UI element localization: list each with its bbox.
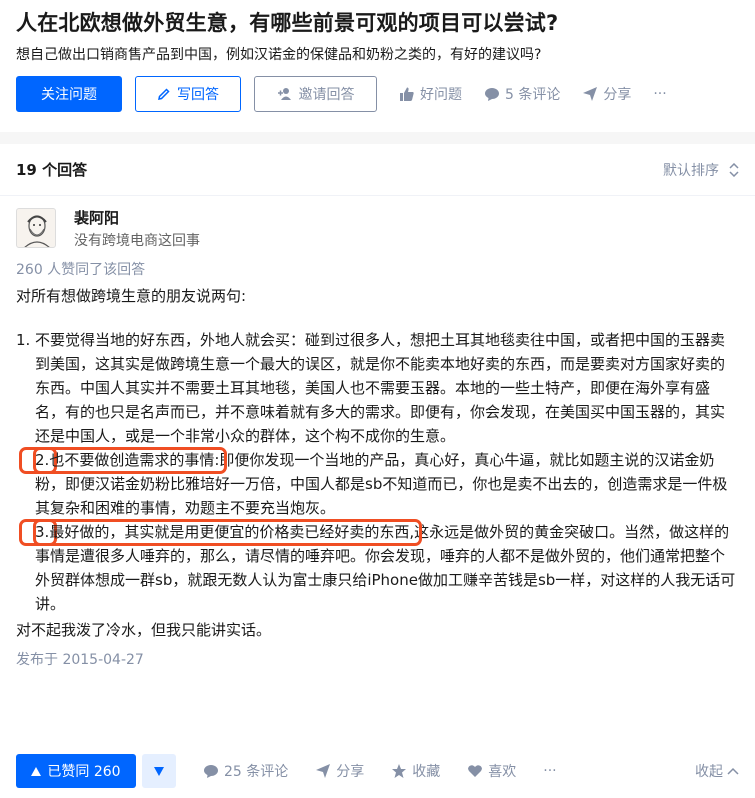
answer-more-button[interactable]: ··· <box>543 763 556 779</box>
upvote-label: 已赞同 260 <box>47 764 121 780</box>
question-title[interactable]: 人在北欧想做外贸生意，有哪些前景可观的项目可以尝试? <box>16 8 739 38</box>
answer-comments-label: 25 条评论 <box>224 764 289 780</box>
highlighted-text: 最好做的，其实就是用更便宜的价格卖已经好卖的东西, <box>49 523 415 541</box>
question-share-button[interactable]: 分享 <box>582 84 631 104</box>
sort-label: 默认排序 <box>663 162 719 179</box>
question-comments-label: 5 条评论 <box>505 87 561 103</box>
thumbs-up-icon <box>399 86 415 102</box>
list-text: 不要觉得当地的好东西，外地人就会买：碰到过很多人，想把土耳其地毯卖往中国，或者把… <box>35 331 726 445</box>
sort-dropdown[interactable]: 默认排序 <box>663 160 739 180</box>
comment-icon <box>203 763 219 779</box>
pencil-icon <box>157 87 171 101</box>
answer-content: 对所有想做跨境生意的朋友说两句: 1. 不要觉得当地的好东西，外地人就会买：碰到过… <box>0 284 755 642</box>
share-icon <box>315 763 331 779</box>
list-number: 1. <box>16 331 31 349</box>
share-icon <box>582 86 598 102</box>
votes-summary: 260 人赞同了该回答 <box>16 262 146 278</box>
downvote-button[interactable] <box>142 754 176 788</box>
question-card: 人在北欧想做外贸生意，有哪些前景可观的项目可以尝试? 想自己做出口销商售产品到中… <box>0 0 755 132</box>
write-answer-button[interactable]: 写回答 <box>135 76 241 112</box>
question-actions: 关注问题 写回答 邀请回答 好问题 5 条评论 分享 ··· <box>16 76 739 112</box>
answer-closing: 对不起我泼了冷水，但我只能讲实话。 <box>16 621 272 639</box>
heart-icon <box>467 763 483 779</box>
answer-share-label: 分享 <box>336 764 365 780</box>
publish-date[interactable]: 发布于 2015-04-27 <box>0 649 755 671</box>
invite-answer-button[interactable]: 邀请回答 <box>254 76 377 112</box>
add-user-icon <box>277 87 293 101</box>
comment-icon <box>484 86 500 102</box>
answer-author: 裴阿阳 没有跨境电商这回事 <box>0 196 755 258</box>
list-item: 2.也不要做创造需求的事情:即便你发现一个当地的产品，真心好，真心牛逼，就比如题… <box>16 448 739 520</box>
triangle-down-icon <box>154 766 164 776</box>
answers-section: 19 个回答 默认排序 裴阿阳 没有跨境电商这回事 260 人赞同了该回答 对所… <box>0 144 755 798</box>
follow-question-button[interactable]: 关注问题 <box>16 76 122 112</box>
avatar[interactable] <box>16 208 56 248</box>
list-item: 3.最好做的，其实就是用更便宜的价格卖已经好卖的东西,这永远是做外贸的黄金突破口… <box>16 520 739 616</box>
write-answer-label: 写回答 <box>177 87 219 103</box>
answer-share-button[interactable]: 分享 <box>315 761 364 781</box>
favorite-label: 收藏 <box>412 764 441 780</box>
question-detail: 想自己做出口销商售产品到中国，例如汉诺金的保健品和奶粉之类的，有好的建议吗? <box>16 47 542 63</box>
invite-answer-label: 邀请回答 <box>298 87 355 103</box>
answer-actions: 已赞同 260 25 条评论 分享 收藏 喜欢 ··· 收起 <box>0 752 755 790</box>
question-share-label: 分享 <box>603 87 632 103</box>
author-bio: 没有跨境电商这回事 <box>74 233 200 249</box>
good-question-button[interactable]: 好问题 <box>399 84 462 104</box>
favorite-button[interactable]: 收藏 <box>391 761 440 781</box>
highlighted-text: 也不要做创造需求的事情: <box>49 451 220 469</box>
list-item: 1. 不要觉得当地的好东西，外地人就会买：碰到过很多人，想把土耳其地毯卖往中国，或… <box>16 328 739 448</box>
answers-header: 19 个回答 默认排序 <box>0 144 755 196</box>
upvote-button[interactable]: 已赞同 260 <box>16 754 136 788</box>
good-question-label: 好问题 <box>420 87 462 103</box>
answer-count: 19 个回答 <box>16 161 88 179</box>
star-icon <box>391 763 407 779</box>
question-comments-button[interactable]: 5 条评论 <box>484 84 560 104</box>
answer-comments-button[interactable]: 25 条评论 <box>203 761 288 781</box>
question-more-button[interactable]: ··· <box>653 86 666 102</box>
sort-arrows-icon <box>729 162 739 177</box>
triangle-up-icon <box>31 766 42 776</box>
author-info: 裴阿阳 没有跨境电商这回事 <box>74 208 200 258</box>
follow-question-label: 关注问题 <box>41 87 97 103</box>
like-button[interactable]: 喜欢 <box>467 761 516 781</box>
author-name[interactable]: 裴阿阳 <box>74 208 200 228</box>
answer-intro: 对所有想做跨境生意的朋友说两句: <box>16 287 247 305</box>
like-label: 喜欢 <box>488 764 517 780</box>
collapse-label: 收起 <box>695 764 723 780</box>
chevron-up-icon <box>727 767 739 775</box>
collapse-button[interactable]: 收起 <box>695 761 739 781</box>
answer-list: 1. 不要觉得当地的好东西，外地人就会买：碰到过很多人，想把土耳其地毯卖往中国，或… <box>16 328 739 616</box>
